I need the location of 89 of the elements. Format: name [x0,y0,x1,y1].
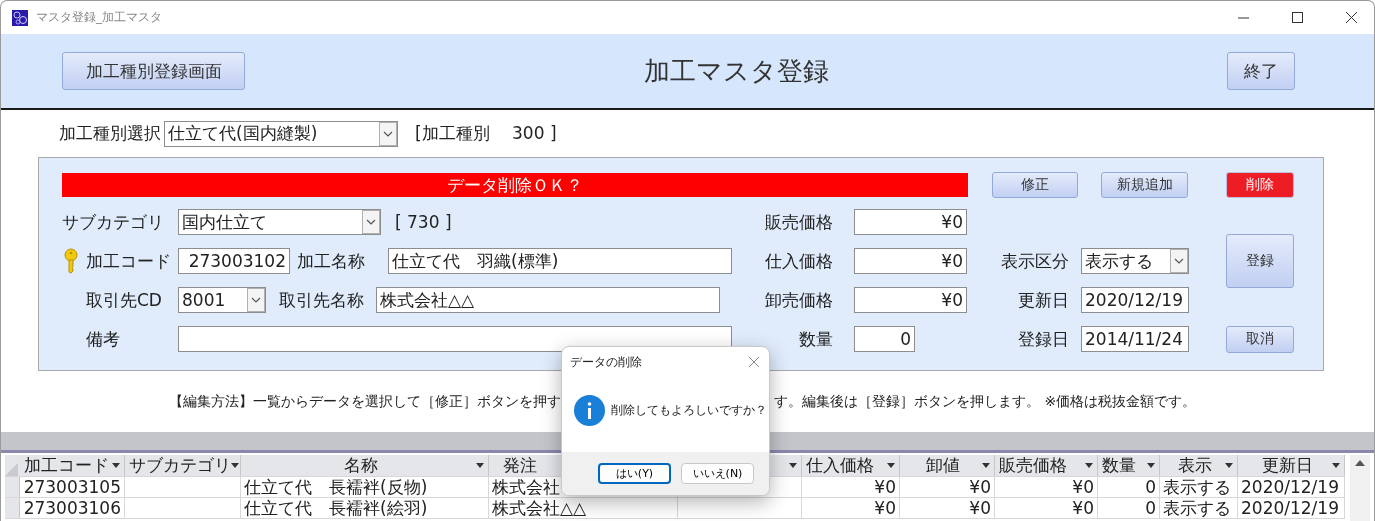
close-icon [749,357,759,367]
dropdown[interactable]: 表示する [1081,248,1189,274]
table-cell: 2020/12/19 [1238,498,1345,518]
table-cell: ¥0 [900,477,995,497]
table-cell: 仕立て代 長襦袢(絵羽) [241,498,489,518]
input-field[interactable]: 0 [854,326,915,352]
nav-button[interactable]: 加工種別登録画面 [62,52,245,90]
sort-arrow-icon [982,463,990,468]
column-header[interactable]: 卸値 [900,455,995,476]
table-cell: ¥0 [802,498,900,518]
table-cell: 株式会社△△ [489,498,678,518]
column-header[interactable]: サブカテゴリ [125,455,241,476]
dialog-button[interactable]: はい(Y) [598,463,671,484]
input-field[interactable]: 2014/11/24 [1081,326,1189,352]
instruction-text: 【編集方法】一覧からデータを選択して［修正］ボタンを押す [168,392,561,411]
dropdown[interactable]: 仕立て代(国内縫製) [164,120,398,147]
sort-arrow-icon [1225,463,1233,468]
field-label: 更新日 [1018,288,1069,312]
dialog-title: データの削除 [570,353,643,371]
table-cell: 0 [1098,498,1160,518]
maximize-icon [1291,12,1303,23]
field-label: 取引先CD [85,288,163,312]
table-cell: ¥0 [900,498,995,518]
sort-arrow-icon [1085,463,1093,468]
column-header[interactable]: 名称 [241,455,489,476]
column-header[interactable]: 数量 [1098,455,1160,476]
input-field[interactable]: 仕立て代 羽織(標準) [388,248,732,274]
table-cell: ¥0 [995,477,1098,497]
sort-arrow-icon [789,463,797,468]
table-cell: 273003106 [20,498,125,518]
field-label: サブカテゴリ [62,210,165,234]
table-cell: ¥0 [995,498,1098,518]
dialog-button[interactable]: いいえ(N) [681,463,754,484]
window-title: マスタ登録_加工マスタ [36,9,163,26]
column-header[interactable]: 仕入価格 [802,455,900,476]
column-header[interactable]: 更新日 [1238,455,1345,476]
input-field[interactable]: ¥0 [854,248,967,274]
table-cell: 0 [1098,477,1160,497]
table-cell: 仕立て代 長襦袢(反物) [241,477,489,497]
field-label: 取引先名称 [279,288,365,312]
table-cell: ¥0 [802,477,900,497]
table-cell: 表示する [1160,477,1238,497]
action-button[interactable]: 新規追加 [1101,172,1188,198]
field-label: 卸売価格 [765,288,833,312]
sort-arrow-icon [231,463,239,468]
table-cell: 273003105 [20,477,125,497]
action-button[interactable]: 削除 [1226,172,1294,198]
dropdown[interactable]: 8001 [178,287,266,313]
info-icon [574,395,605,426]
instruction-text: す。編集後は［登録］ボタンを押します。 ※価格は税抜金額です。 [774,392,1198,411]
column-header[interactable]: 表示 [1160,455,1238,476]
sort-arrow-icon [1147,463,1155,468]
field-label: 加工名称 [297,249,366,273]
sort-arrow-icon [887,463,895,468]
field-label: 加工種別選択 [59,122,161,145]
input-field[interactable]: ¥0 [854,209,967,235]
action-button[interactable]: 修正 [992,172,1078,198]
alert-banner: データ削除ＯＫ？ [62,173,968,197]
register-button[interactable]: 登録 [1226,234,1294,288]
field-label: 登録日 [1018,327,1069,351]
dropdown[interactable]: 国内仕立て [178,209,381,235]
close-icon [1345,12,1357,23]
field-label: 備考 [85,327,121,351]
field-label: 数量 [799,327,833,351]
exit-button[interactable]: 終了 [1227,52,1295,90]
sort-arrow-icon [112,463,120,468]
page-title: 加工マスタ登録 [642,54,830,88]
select-all-icon [5,463,18,476]
sort-arrow-icon [1332,463,1340,468]
input-field[interactable] [178,326,732,352]
type-code-text: [加工種別 300 ] [415,122,557,145]
code-text: [ 730 ] [395,212,452,232]
app-icon [12,9,28,26]
input-field[interactable]: 2020/12/19 [1081,287,1189,313]
field-label: 加工コード [86,249,171,273]
input-field[interactable]: 株式会社△△ [376,287,720,313]
dialog-message: 削除してもよろしいですか？ [611,402,767,419]
input-field[interactable]: 273003102 [178,248,290,274]
column-header[interactable]: 加工コード [20,455,125,476]
field-label: 販売価格 [765,210,833,234]
scrollbar[interactable] [1350,455,1370,521]
table-cell: 2020/12/19 [1238,477,1345,497]
sort-arrow-icon [476,463,484,468]
cancel-button[interactable]: 取消 [1226,325,1294,353]
input-field[interactable]: ¥0 [854,287,967,313]
table-cell: 表示する [1160,498,1238,518]
field-label: 仕入価格 [765,249,833,273]
column-header[interactable]: 販売価格 [995,455,1098,476]
field-label: 表示区分 [1001,249,1069,273]
